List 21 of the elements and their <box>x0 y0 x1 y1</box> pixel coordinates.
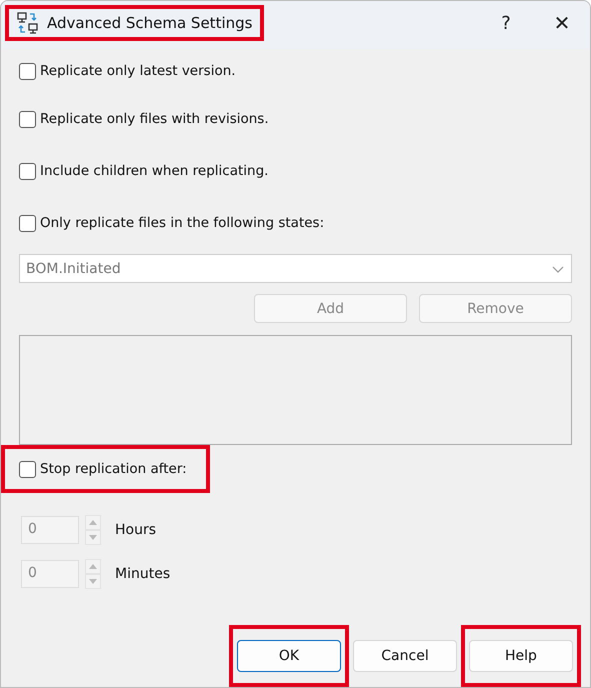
network-computers-icon <box>17 12 39 34</box>
chevron-down-icon <box>551 264 565 274</box>
ok-button[interactable]: OK <box>237 640 341 672</box>
checkbox-label: Replicate only latest version. <box>40 63 236 79</box>
unit-label: Hours <box>115 522 156 538</box>
checkbox[interactable] <box>19 110 36 128</box>
help-button[interactable]: Help <box>469 640 573 672</box>
checkbox[interactable] <box>19 214 36 232</box>
checkbox-label: Stop replication after: <box>40 461 187 477</box>
dropdown-value: BOM.Initiated <box>26 260 121 276</box>
checkbox[interactable] <box>19 460 36 478</box>
cancel-button[interactable]: Cancel <box>353 640 457 672</box>
checkbox-label: Replicate only files with revisions. <box>40 111 269 127</box>
checkbox[interactable] <box>19 62 36 80</box>
close-button[interactable]: ✕ <box>534 1 590 45</box>
window-title: Advanced Schema Settings <box>47 14 252 32</box>
help-button[interactable]: ? <box>478 1 534 45</box>
checkbox-label: Include children when replicating. <box>40 163 268 179</box>
checkbox[interactable] <box>19 162 36 180</box>
checkbox-label: Only replicate files in the following states: <box>40 215 324 231</box>
unit-label: Minutes <box>115 566 170 582</box>
